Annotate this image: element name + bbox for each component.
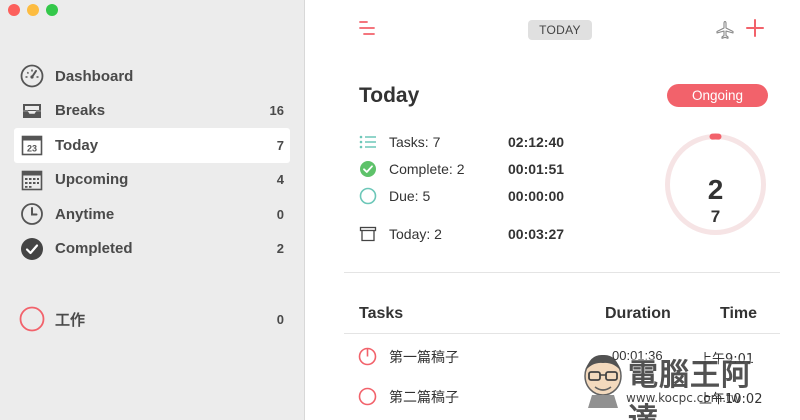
sidebar-item-label: Anytime xyxy=(55,205,115,223)
close-window-button[interactable] xyxy=(8,4,20,16)
clock-icon xyxy=(19,201,45,227)
stat-complete: Complete: 2 xyxy=(359,158,464,180)
zoom-window-button[interactable] xyxy=(46,4,58,16)
sidebar-item-dashboard[interactable]: Dashboard xyxy=(14,59,290,94)
sidebar-item-count: 2 xyxy=(276,241,284,257)
dashboard-gauge-icon xyxy=(19,63,45,89)
window-controls xyxy=(8,4,58,16)
view-selector-today[interactable]: TODAY xyxy=(528,20,592,40)
calendar-grid-icon xyxy=(19,167,45,193)
sidebar-item-count: 0 xyxy=(276,311,284,327)
stat-label: Today: 2 xyxy=(389,226,442,242)
stat-today: Today: 2 xyxy=(359,223,442,245)
stat-tasks: Tasks: 7 xyxy=(359,131,440,153)
sidebar-item-project[interactable]: 工作 0 xyxy=(14,302,290,337)
stat-due: Due: 5 xyxy=(359,185,430,207)
sidebar-item-breaks[interactable]: Breaks 16 xyxy=(14,94,290,129)
sidebar-item-label: Completed xyxy=(55,240,133,258)
archive-box-icon xyxy=(359,225,377,243)
column-header-time[interactable]: Time xyxy=(720,305,757,323)
red-circle-icon xyxy=(19,306,45,332)
ongoing-button[interactable]: Ongoing xyxy=(667,84,768,107)
task-circle-icon[interactable] xyxy=(358,387,377,411)
sidebar-item-anytime[interactable]: Anytime 0 xyxy=(14,197,290,232)
sidebar-item-label: Dashboard xyxy=(55,67,134,85)
sidebar-nav: Dashboard Breaks 16 23 Today 7 Upcoming … xyxy=(14,59,290,266)
stat-time: 00:00:00 xyxy=(508,188,565,204)
sidebar-item-label: Breaks xyxy=(55,102,106,120)
sidebar-item-label: Upcoming xyxy=(55,171,129,189)
sidebar-item-label: 工作 xyxy=(55,310,86,329)
section-divider xyxy=(344,272,780,273)
airplane-icon[interactable] xyxy=(715,20,735,45)
total-count: 7 xyxy=(710,207,721,226)
svg-text:23: 23 xyxy=(27,144,37,154)
sidebar-item-today[interactable]: 23 Today 7 xyxy=(14,128,290,163)
task-timer-icon[interactable] xyxy=(358,347,377,371)
list-icon xyxy=(359,133,377,151)
stat-label: Complete: 2 xyxy=(389,161,465,177)
teal-circle-icon xyxy=(359,187,377,205)
stat-time: 00:03:27 xyxy=(508,226,565,242)
sidebar-item-count: 16 xyxy=(269,103,284,119)
watermark: 電腦王阿達 www.kocpc.com.tw xyxy=(578,346,778,420)
stat-time: 00:01:51 xyxy=(508,161,565,177)
table-header-divider xyxy=(344,333,780,334)
sidebar-item-completed[interactable]: Completed 2 xyxy=(14,232,290,267)
sidebar-item-upcoming[interactable]: Upcoming 4 xyxy=(14,163,290,198)
task-name: 第二篇稿子 xyxy=(389,390,459,406)
calendar-23-icon: 23 xyxy=(19,132,45,158)
stat-label: Tasks: 7 xyxy=(389,134,441,150)
minimize-window-button[interactable] xyxy=(27,4,39,16)
column-header-duration[interactable]: Duration xyxy=(605,305,671,323)
sidebar-projects: 工作 0 xyxy=(14,302,290,337)
completed-count: 2 xyxy=(707,174,724,205)
page-title: Today xyxy=(359,84,420,107)
sidebar-item-count: 0 xyxy=(276,206,284,222)
inbox-tray-icon xyxy=(19,98,45,124)
mascot-logo xyxy=(584,354,622,408)
stat-label: Due: 5 xyxy=(389,188,431,204)
plus-icon[interactable] xyxy=(744,17,766,44)
task-name: 第一篇稿子 xyxy=(389,350,459,366)
stat-time: 02:12:40 xyxy=(508,134,565,150)
column-header-tasks[interactable]: Tasks xyxy=(359,305,403,323)
sidebar: Dashboard Breaks 16 23 Today 7 Upcoming … xyxy=(0,0,305,420)
green-check-icon xyxy=(359,160,377,178)
list-lines-icon[interactable] xyxy=(358,18,380,45)
check-circle-icon xyxy=(19,236,45,262)
sidebar-item-count: 4 xyxy=(276,172,284,188)
watermark-text: 電腦王阿達 xyxy=(628,358,752,420)
sidebar-item-count: 7 xyxy=(276,137,284,153)
sidebar-item-label: Today xyxy=(55,136,99,154)
watermark-url: www.kocpc.com.tw xyxy=(626,391,741,405)
